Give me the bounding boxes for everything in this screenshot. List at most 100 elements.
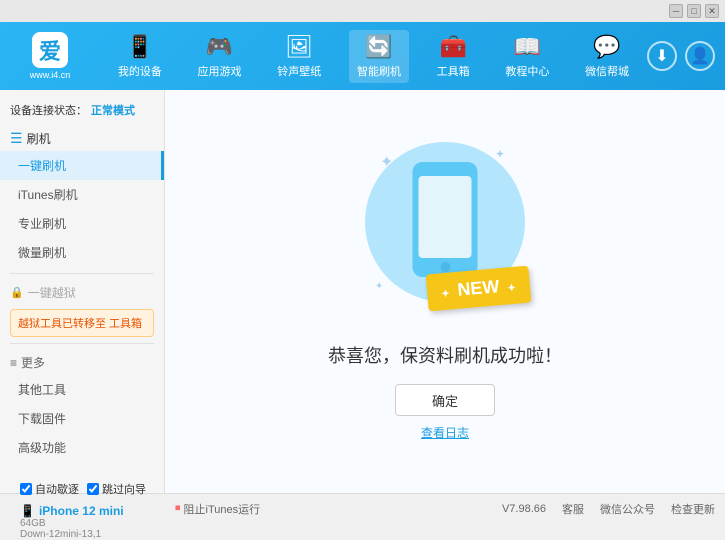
flash-icon: ☰ [10, 130, 23, 147]
close-btn[interactable]: ✕ [705, 4, 719, 18]
nav-tools[interactable]: 🧰 工具箱 [429, 30, 478, 83]
device-name-text: iPhone 12 mini [39, 504, 124, 518]
new-badge: NEW [426, 266, 532, 312]
auto-dismiss-input[interactable] [20, 483, 32, 495]
sparkle-2: ✦ [495, 147, 505, 161]
service-link[interactable]: 客服 [562, 501, 584, 517]
disabled-jailbreak-label: 一键越狱 [28, 284, 76, 301]
nav-apps[interactable]: 🎮 应用游戏 [190, 30, 250, 83]
nav-smartflash-icon: 🔄 [365, 34, 392, 60]
sidebar-item-onekey[interactable]: 一键刷机 [0, 151, 164, 180]
flash-section-header: ☰ 刷机 [0, 126, 164, 151]
sidebar-item-data-label: 微量刷机 [18, 246, 66, 260]
auto-dismiss-checkbox[interactable]: 自动歇逐 [20, 481, 79, 497]
skip-wizard-input[interactable] [87, 483, 99, 495]
sidebar-disabled-jailbreak: 🔒 一键越狱 [0, 280, 164, 305]
phone-screen [419, 176, 472, 258]
sidebar-divider-2 [10, 343, 154, 344]
sidebar-item-pro-label: 专业刷机 [18, 217, 66, 231]
check-update-link[interactable]: 检查更新 [671, 501, 715, 517]
sidebar-divider-1 [10, 273, 154, 274]
lock-icon: 🔒 [10, 286, 24, 299]
confirm-btn-label: 确定 [432, 394, 458, 409]
stop-itunes-icon: ⏹ [175, 502, 181, 515]
nav-tools-label: 工具箱 [437, 63, 470, 79]
nav-wechat-icon: 💬 [593, 34, 620, 60]
wechat-pub-link[interactable]: 微信公众号 [600, 501, 655, 517]
sidebar-item-firmware-label: 下载固件 [18, 412, 66, 426]
nav-wallpaper-label: 铃声壁纸 [277, 63, 321, 79]
maximize-btn[interactable]: □ [687, 4, 701, 18]
sparkle-3: ✦ [375, 281, 383, 292]
sparkle-1: ✦ [380, 152, 393, 172]
sidebar: 设备连接状态： 正常模式 ☰ 刷机 一键刷机 iTunes刷机 专业刷机 微量刷… [0, 90, 165, 493]
stop-itunes: ⏹ 阻止iTunes运行 [175, 501, 260, 517]
confirm-button[interactable]: 确定 [395, 384, 495, 416]
status-label: 设备连接状态： [10, 102, 87, 118]
status-bar: 设备连接状态： 正常模式 [0, 98, 164, 126]
nav-bar: 📱 我的设备 🎮 应用游戏 🖼 铃声壁纸 🔄 智能刷机 🧰 工具箱 📖 教程中心… [100, 30, 647, 83]
more-section-icon: ≡ [10, 356, 17, 370]
title-bar: ─ □ ✕ [0, 0, 725, 22]
new-badge-text: NEW [457, 276, 501, 300]
phone-shape [413, 162, 478, 277]
stop-itunes-label: 阻止iTunes运行 [184, 501, 261, 517]
stop-itunes-area: ⏹ 阻止iTunes运行 [175, 501, 502, 517]
nav-tutorial-label: 教程中心 [505, 63, 549, 79]
status-value: 正常模式 [91, 102, 135, 118]
device-icon: 📱 [20, 504, 35, 518]
minimize-btn[interactable]: ─ [669, 4, 683, 18]
nav-smartflash-label: 智能刷机 [357, 63, 401, 79]
sidebar-item-other-label: 其他工具 [18, 383, 66, 397]
sidebar-item-itunes-label: iTunes刷机 [18, 188, 78, 202]
nav-wechat-label: 微信帮城 [585, 63, 629, 79]
nav-tutorial-icon: 📖 [514, 34, 541, 60]
more-section-label: 更多 [21, 354, 45, 371]
sidebar-item-onekey-label: 一键刷机 [18, 159, 66, 173]
nav-apps-label: 应用游戏 [198, 63, 242, 79]
nav-tools-icon: 🧰 [439, 34, 466, 60]
logo-icon: 爱 [32, 32, 68, 68]
version-text: V7.98.66 [502, 503, 546, 515]
device-firmware: Down-12mini-13,1 [20, 529, 175, 540]
bottom-left-section: 自动歇逐 跳过向导 📱 iPhone 12 mini 64GB Down-12m… [10, 478, 175, 540]
device-storage: 64GB [20, 518, 175, 529]
phone-illustration: ✦ ✦ ✦ NEW [365, 142, 525, 322]
nav-apps-icon: 🎮 [206, 34, 233, 60]
logo-site: www.i4.cn [30, 70, 71, 80]
sidebar-item-pro[interactable]: 专业刷机 [0, 209, 164, 238]
header: 爱 www.i4.cn 📱 我的设备 🎮 应用游戏 🖼 铃声壁纸 🔄 智能刷机 … [0, 22, 725, 90]
nav-mydevice-icon: 📱 [126, 34, 153, 60]
nav-mydevice[interactable]: 📱 我的设备 [110, 30, 170, 83]
nav-smartflash[interactable]: 🔄 智能刷机 [349, 30, 409, 83]
phone-home-button [440, 262, 450, 272]
skip-wizard-label: 跳过向导 [102, 481, 146, 497]
bottom-right: V7.98.66 客服 微信公众号 检查更新 [502, 501, 715, 517]
sidebar-item-advanced[interactable]: 高级功能 [0, 433, 164, 462]
checkboxes-row: 自动歇逐 跳过向导 [10, 478, 175, 500]
device-info: 📱 iPhone 12 mini 64GB Down-12mini-13,1 [10, 500, 175, 540]
sidebar-item-data[interactable]: 微量刷机 [0, 238, 164, 267]
nav-wechat[interactable]: 💬 微信帮城 [577, 30, 637, 83]
logo[interactable]: 爱 www.i4.cn [10, 32, 90, 80]
download-btn[interactable]: ⬇ [647, 41, 677, 71]
flash-section-label: 刷机 [27, 130, 51, 147]
nav-wallpaper-icon: 🖼 [285, 34, 313, 60]
bottom-bar: 自动歇逐 跳过向导 📱 iPhone 12 mini 64GB Down-12m… [0, 493, 725, 523]
nav-mydevice-label: 我的设备 [118, 63, 162, 79]
sidebar-item-itunes[interactable]: iTunes刷机 [0, 180, 164, 209]
sidebar-item-other[interactable]: 其他工具 [0, 375, 164, 404]
device-name: 📱 iPhone 12 mini [20, 504, 175, 518]
sidebar-item-advanced-label: 高级功能 [18, 441, 66, 455]
auto-dismiss-label: 自动歇逐 [35, 481, 79, 497]
sidebar-item-firmware[interactable]: 下载固件 [0, 404, 164, 433]
main-area: 设备连接状态： 正常模式 ☰ 刷机 一键刷机 iTunes刷机 专业刷机 微量刷… [0, 90, 725, 493]
content-area: ✦ ✦ ✦ NEW 恭喜您，保资料刷机成功啦！ 确定 查看日志 [165, 90, 725, 493]
user-btn[interactable]: 👤 [685, 41, 715, 71]
nav-tutorial[interactable]: 📖 教程中心 [497, 30, 557, 83]
more-section-header: ≡ 更多 [0, 350, 164, 375]
nav-wallpaper[interactable]: 🖼 铃声壁纸 [269, 30, 329, 83]
skip-wizard-checkbox[interactable]: 跳过向导 [87, 481, 146, 497]
header-actions: ⬇ 👤 [647, 41, 715, 71]
daily-link[interactable]: 查看日志 [421, 424, 469, 441]
